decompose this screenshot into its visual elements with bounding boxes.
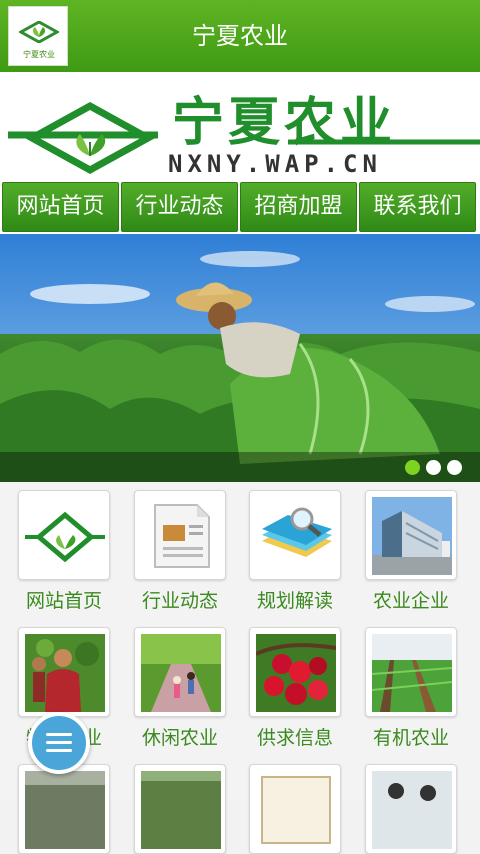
- grid-tile-row3-1[interactable]: [18, 764, 110, 854]
- field-rows-icon: [372, 634, 452, 712]
- grid-tile-supply[interactable]: [249, 627, 341, 717]
- grid-label-home[interactable]: 网站首页: [6, 586, 122, 613]
- cherries-icon: [256, 634, 336, 712]
- grid-label-enterprise[interactable]: 农业企业: [353, 586, 469, 613]
- grid-label-supply[interactable]: 供求信息: [237, 723, 353, 750]
- grid-tile-row3-4[interactable]: [365, 764, 457, 854]
- logo-icon: [25, 497, 105, 575]
- menu-line-icon: [46, 741, 72, 744]
- nav-home-button[interactable]: 网站首页: [2, 182, 119, 232]
- hero-slider[interactable]: [0, 234, 480, 482]
- floating-menu-button[interactable]: [28, 712, 90, 774]
- grid-tile-planning[interactable]: [249, 490, 341, 580]
- top-bar: 宁夏农业 宁夏农业: [0, 0, 480, 72]
- grid-tile-news[interactable]: [134, 490, 226, 580]
- slider-dot-2[interactable]: [426, 460, 441, 475]
- grid-tile-home[interactable]: [18, 490, 110, 580]
- grid-label-planning[interactable]: 规划解读: [237, 586, 353, 613]
- brand-url: NXNY.WAP.CN: [168, 150, 382, 178]
- grid-tile-organic[interactable]: [365, 627, 457, 717]
- app-title: 宁夏农业: [192, 22, 288, 50]
- grid-tile-specialty[interactable]: [18, 627, 110, 717]
- slider-dot-3[interactable]: [447, 460, 462, 475]
- hero-image: [0, 234, 480, 482]
- grid-tile-row3-3[interactable]: [249, 764, 341, 854]
- menu-line-icon: [46, 733, 72, 736]
- nav-news-button[interactable]: 行业动态: [121, 182, 238, 232]
- news-document-icon: [141, 497, 221, 575]
- calendar-card-icon: [256, 771, 336, 849]
- greenhouse-icon: [141, 771, 221, 849]
- nav-franchise-button[interactable]: 招商加盟: [240, 182, 357, 232]
- main-nav: 网站首页 行业动态 招商加盟 联系我们: [0, 182, 480, 234]
- menu-line-icon: [46, 749, 72, 752]
- books-magnifier-icon: [256, 497, 336, 575]
- field-photo-icon: [25, 771, 105, 849]
- nav-contact-button[interactable]: 联系我们: [359, 182, 476, 232]
- grid-label-leisure[interactable]: 休闲农业: [122, 723, 238, 750]
- grid-tile-leisure[interactable]: [134, 627, 226, 717]
- farmer-icon: [25, 634, 105, 712]
- people-photo-icon: [372, 771, 452, 849]
- grid-tile-enterprise[interactable]: [365, 490, 457, 580]
- brand-banner: 宁夏农业 NXNY.WAP.CN: [0, 72, 480, 182]
- grid-label-organic[interactable]: 有机农业: [353, 723, 469, 750]
- brand-name: 宁夏农业: [172, 93, 397, 153]
- garden-path-icon: [141, 634, 221, 712]
- grid-tile-row3-2[interactable]: [134, 764, 226, 854]
- slider-dot-1[interactable]: [405, 460, 420, 475]
- grid-label-news[interactable]: 行业动态: [122, 586, 238, 613]
- building-icon: [372, 497, 452, 575]
